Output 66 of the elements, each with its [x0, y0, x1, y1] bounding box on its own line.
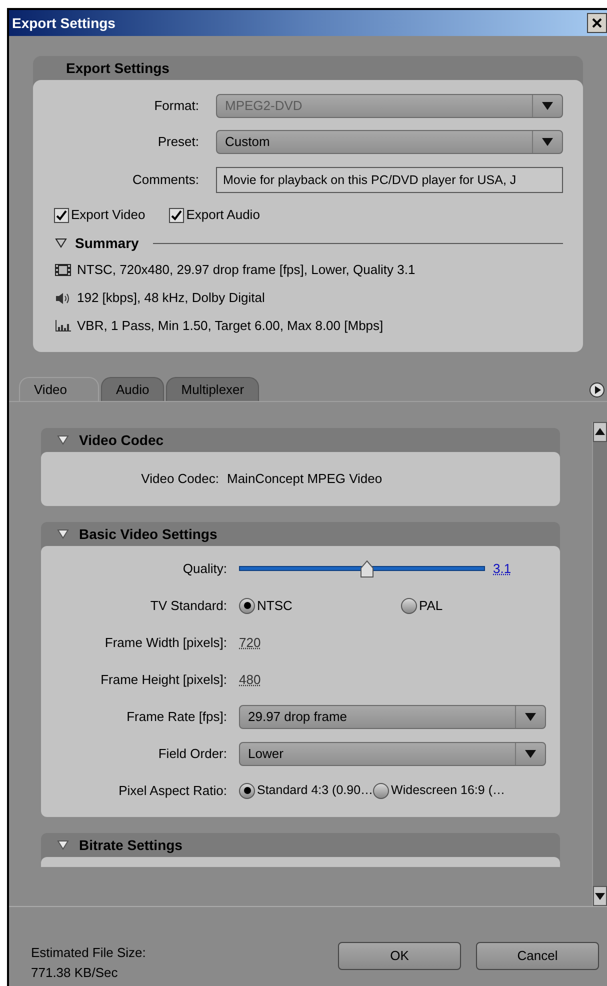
field-label: Frame Rate [fps]: [126, 708, 228, 726]
caret-icon [525, 750, 536, 758]
field-label: Preset: [156, 133, 200, 152]
film-icon [55, 264, 71, 276]
caret-icon [542, 102, 553, 110]
field-label: Field Order: [157, 744, 228, 763]
tab[interactable]: Multiplexer [166, 377, 260, 401]
quality-slider[interactable] [239, 560, 485, 578]
estimate-label: Estimated File Size: [31, 944, 147, 962]
tab[interactable]: Video [19, 377, 99, 401]
scrollbar[interactable] [592, 422, 607, 906]
section-title: Basic Video Settings [79, 524, 218, 544]
field-label: Format: [153, 97, 200, 116]
panel-title: Export Settings [66, 58, 170, 78]
radio-button[interactable] [373, 782, 390, 798]
summary-text: VBR, 1 Pass, Min 1.50, Target 6.00, Max 8.00 [Mbps] [77, 317, 384, 336]
field-label: Frame Width [pixels]: [104, 634, 228, 652]
section-title: Bitrate Settings [79, 836, 182, 855]
caret-icon [542, 138, 553, 146]
checkbox[interactable] [54, 208, 69, 222]
collapse-icon[interactable] [57, 435, 69, 445]
checkbox-label: Export Video [71, 206, 146, 224]
field-order-dropdown[interactable]: Lower [239, 742, 546, 766]
checkbox-label: Export Audio [186, 206, 260, 224]
estimate-value: 771.38 KB/Sec [31, 964, 119, 982]
field-value: 720 [239, 634, 261, 652]
scroll-down-icon[interactable] [593, 886, 607, 906]
field-label: Comments: [132, 171, 200, 190]
preset-dropdown[interactable]: Custom [216, 130, 563, 154]
slider-thumb[interactable] [360, 560, 374, 578]
collapse-icon[interactable] [57, 840, 69, 850]
comments-field[interactable]: Movie for playback on this PC/DVD player for USA, J [216, 167, 563, 193]
scroll-up-icon[interactable] [593, 422, 607, 442]
summary-title: Summary [75, 234, 139, 253]
dialog-button[interactable]: Cancel [476, 942, 599, 970]
quality-value-link[interactable]: 3.1 [493, 558, 512, 578]
bar-chart-icon [55, 320, 71, 332]
field-value: MainConcept MPEG Video [227, 470, 382, 488]
summary-text: 192 [kbps], 48 kHz, Dolby Digital [77, 289, 265, 308]
radio-label: NTSC [257, 596, 292, 615]
summary-text: NTSC, 720x480, 29.97 drop frame [fps], Lower, Quality 3.1 [77, 261, 416, 280]
field-label: Pixel Aspect Ratio: [118, 782, 228, 800]
caret-icon [525, 712, 536, 720]
collapse-icon[interactable] [57, 529, 69, 539]
collapse-icon[interactable] [55, 238, 67, 248]
close-icon [592, 18, 602, 28]
radio-button[interactable] [239, 598, 255, 614]
play-icon[interactable] [589, 382, 605, 398]
section-title: Video Codec [79, 430, 164, 450]
field-label: Frame Height [pixels]: [100, 670, 228, 689]
radio-label: Widescreen 16:9 (… [391, 782, 505, 800]
radio-label: PAL [419, 596, 443, 615]
dialog-button[interactable]: OK [338, 942, 461, 970]
field-label: TV Standard: [149, 596, 228, 615]
window-title: Export Settings [12, 14, 116, 33]
field-label: Quality: [182, 560, 228, 578]
tab[interactable]: Audio [101, 377, 164, 401]
close-button[interactable] [587, 13, 607, 33]
checkbox[interactable] [169, 208, 184, 222]
field-value: 480 [239, 670, 261, 689]
field-label: Video Codec: [140, 470, 220, 488]
radio-button[interactable] [401, 598, 417, 614]
radio-button[interactable] [239, 782, 255, 798]
radio-label: Standard 4:3 (0.90… [257, 782, 374, 800]
frame-rate-dropdown[interactable]: 29.97 drop frame [239, 704, 546, 728]
speaker-icon [55, 292, 71, 304]
